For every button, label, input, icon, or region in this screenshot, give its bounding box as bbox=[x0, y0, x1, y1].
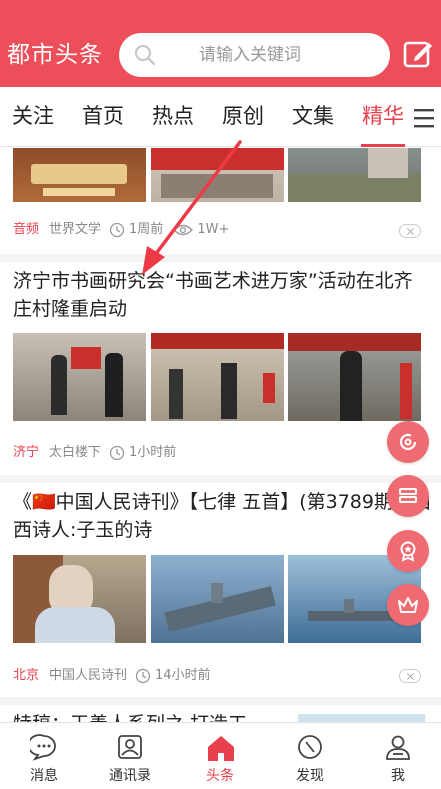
divider bbox=[0, 475, 441, 483]
article-thumbnail bbox=[13, 333, 146, 421]
bottom-nav: 消息 通讯录 头条 发现 我 bbox=[0, 722, 441, 789]
nav-me[interactable]: 我 bbox=[354, 723, 441, 789]
refresh-icon bbox=[399, 433, 417, 451]
compass-icon bbox=[298, 735, 322, 759]
article-tag: 北京 bbox=[13, 668, 40, 683]
clock-icon bbox=[135, 668, 151, 684]
article-meta: 北京 中国人民诗刊 14小时前 bbox=[13, 667, 211, 685]
nav-messages[interactable]: 消息 bbox=[0, 723, 88, 789]
article-thumbnail bbox=[288, 148, 421, 202]
article-time: 1小时前 bbox=[129, 445, 177, 460]
article-tag: 音频 bbox=[13, 222, 40, 237]
article-tag: 济宁 bbox=[13, 445, 40, 460]
dismiss-icon[interactable] bbox=[399, 224, 421, 238]
nav-label: 消息 bbox=[30, 768, 58, 784]
search-input[interactable]: 请输入关键词 bbox=[119, 33, 390, 77]
nav-label: 头条 bbox=[206, 768, 234, 784]
refresh-button[interactable] bbox=[387, 421, 429, 463]
crown-button[interactable] bbox=[387, 584, 429, 626]
article-views: 1W+ bbox=[197, 222, 230, 237]
tab-original[interactable]: 原创 bbox=[222, 101, 264, 131]
article-title[interactable]: 《🇨🇳中国人民诗刊》【七律 五首】(第3789期）山西诗人:子玉的诗 bbox=[13, 488, 431, 544]
tab-featured[interactable]: 精华 bbox=[362, 101, 404, 131]
home-icon bbox=[208, 736, 234, 761]
eye-icon bbox=[173, 224, 194, 236]
divider bbox=[0, 697, 441, 705]
layers-icon bbox=[399, 488, 417, 503]
nav-label: 我 bbox=[391, 768, 405, 784]
article-time: 14小时前 bbox=[155, 668, 211, 683]
article-thumbnail bbox=[13, 148, 146, 202]
article-source: 太白楼下 bbox=[49, 445, 102, 460]
clock-icon bbox=[109, 445, 125, 461]
search-icon bbox=[134, 44, 156, 66]
nav-discover[interactable]: 发现 bbox=[266, 723, 354, 789]
article-thumbnail bbox=[151, 333, 284, 421]
dismiss-icon[interactable] bbox=[399, 669, 421, 683]
chat-icon bbox=[30, 734, 56, 761]
user-icon bbox=[386, 735, 410, 760]
badge-button[interactable] bbox=[387, 530, 429, 572]
article-time: 1周前 bbox=[129, 222, 164, 237]
nav-label: 通讯录 bbox=[109, 768, 151, 784]
article-meta: 济宁 太白楼下 1小时前 bbox=[13, 444, 176, 462]
top-header: 都市头条 请输入关键词 bbox=[0, 0, 441, 87]
nav-contacts[interactable]: 通讯录 bbox=[86, 723, 174, 789]
article-meta: 音频 世界文学 1周前 1W+ bbox=[13, 221, 229, 239]
active-tab-indicator bbox=[361, 144, 405, 147]
article-source: 世界文学 bbox=[49, 222, 102, 237]
crown-icon bbox=[398, 597, 418, 613]
menu-icon[interactable] bbox=[412, 107, 436, 129]
article-title[interactable]: 济宁市书画研究会“书画艺术进万家”活动在北齐庄村隆重启动 bbox=[13, 267, 431, 323]
article-source: 中国人民诗刊 bbox=[49, 668, 128, 683]
category-tabs: 关注 首页 热点 原创 文集 精华 bbox=[0, 87, 441, 147]
divider bbox=[0, 254, 441, 262]
contacts-icon bbox=[118, 735, 142, 759]
article-thumbnail bbox=[151, 555, 284, 643]
tab-home[interactable]: 首页 bbox=[82, 101, 124, 131]
tab-follow[interactable]: 关注 bbox=[12, 101, 54, 131]
clock-icon bbox=[109, 222, 125, 238]
edit-icon[interactable] bbox=[402, 38, 434, 70]
tab-hot[interactable]: 热点 bbox=[152, 101, 194, 131]
nav-label: 发现 bbox=[296, 768, 324, 784]
news-feed[interactable]: 音频 世界文学 1周前 1W+ 济宁市书画研究会“书画艺术进万家”活动在北齐庄村… bbox=[0, 148, 441, 723]
layers-button[interactable] bbox=[387, 475, 429, 517]
badge-icon bbox=[400, 541, 416, 562]
tab-collection[interactable]: 文集 bbox=[292, 101, 334, 131]
article-thumbnail bbox=[13, 555, 146, 643]
search-placeholder: 请输入关键词 bbox=[199, 45, 301, 65]
article-thumbnail bbox=[288, 333, 421, 421]
app-title: 都市头条 bbox=[7, 42, 103, 68]
article-thumbnail bbox=[151, 148, 284, 202]
nav-headlines[interactable]: 头条 bbox=[176, 723, 264, 789]
